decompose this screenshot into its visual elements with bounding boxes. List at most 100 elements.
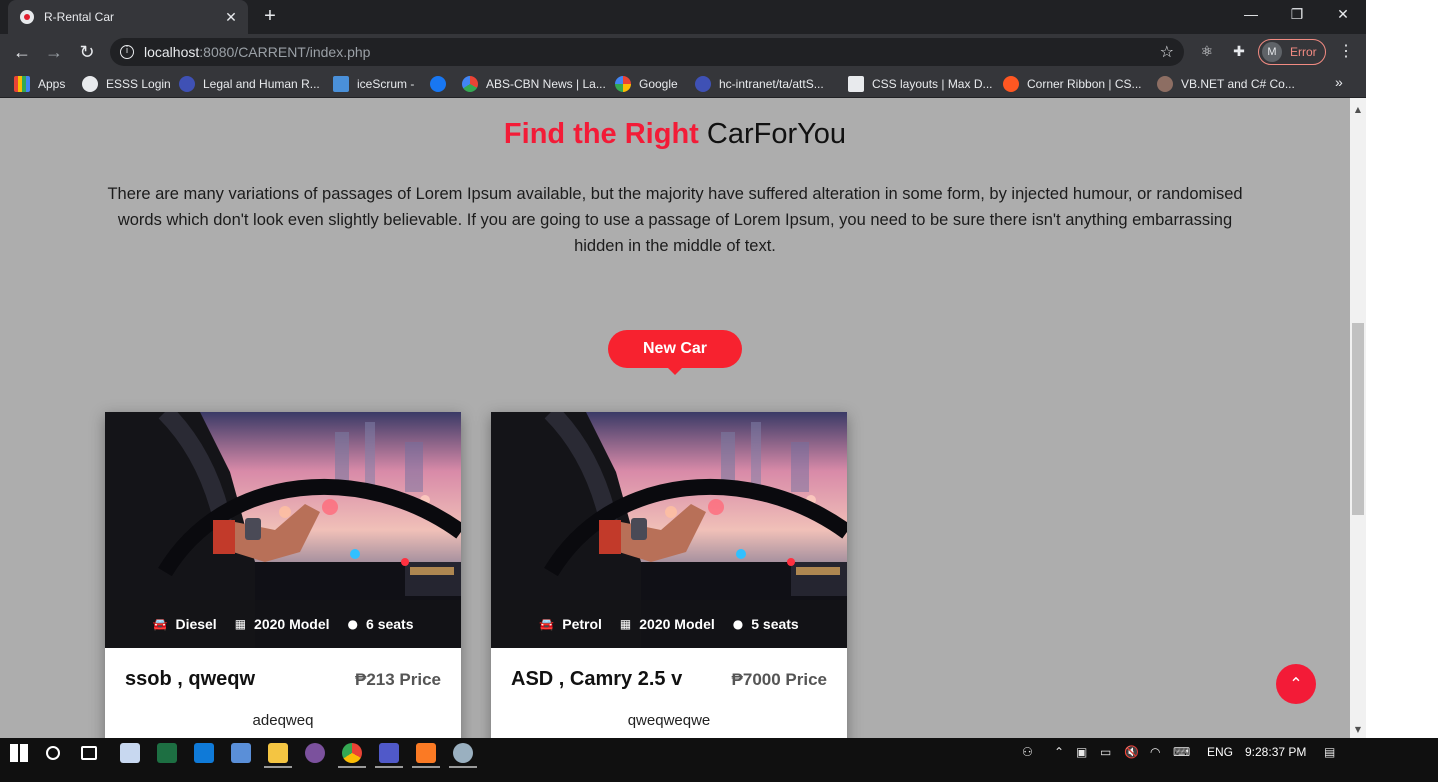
url-host: localhost (144, 44, 200, 60)
restore-button[interactable]: ❐ (1274, 0, 1320, 30)
profile-status: Error (1290, 45, 1317, 59)
site-icon (695, 76, 711, 92)
address-bar[interactable]: i localhost:8080/CARRENT/index.php ☆ (110, 38, 1184, 66)
minimize-button[interactable]: — (1228, 0, 1274, 30)
bookmark-label: Legal and Human R... (203, 77, 320, 91)
running-indicator (449, 766, 477, 768)
bookmark-corner-ribbon[interactable]: Corner Ribbon | CS... (1003, 75, 1142, 93)
calendar-icon: ▦ (619, 617, 632, 631)
action-center-icon[interactable]: ▤ (1324, 745, 1335, 759)
meet-now-icon[interactable]: ▣ (1076, 745, 1087, 759)
fuel-spec: 🚘 Diesel (153, 616, 217, 632)
extensions-puzzle-icon[interactable]: ✚ (1230, 43, 1248, 61)
scroll-to-top-button[interactable]: ⌃ (1276, 664, 1316, 704)
forward-button[interactable]: → (42, 40, 66, 64)
bookmark-vbnet[interactable]: VB.NET and C# Co... (1157, 75, 1295, 93)
battery-icon[interactable]: ▭ (1100, 745, 1111, 759)
scroll-down-icon[interactable]: ▼ (1350, 722, 1366, 738)
bookmark-label: hc-intranet/ta/attS... (719, 77, 824, 91)
bookmark-label: CSS layouts | Max D... (872, 77, 993, 91)
notepad-icon[interactable] (120, 743, 140, 763)
bookmark-label: ABS-CBN News | La... (486, 77, 606, 91)
tray-overflow-icon[interactable]: ⌃ (1054, 745, 1064, 759)
xampp-icon[interactable] (416, 743, 436, 763)
bookmark-facebook[interactable] (430, 75, 454, 93)
facebook-icon (430, 76, 446, 92)
intro-paragraph: There are many variations of passages of… (107, 185, 1243, 255)
browser-tab[interactable]: R-Rental Car ✕ (8, 0, 248, 34)
teams-icon[interactable] (379, 743, 399, 763)
tab-close-icon[interactable]: ✕ (220, 9, 242, 26)
car-card[interactable]: 🚘 Petrol ▦ 2020 Model ● 5 seats ASD , Camry… (491, 412, 847, 738)
running-indicator (412, 766, 440, 768)
bookmark-abs-cbn[interactable]: ABS-CBN News | La... (462, 75, 606, 93)
model-year: 2020 Model (639, 616, 715, 632)
page-scrollbar[interactable]: ▲ ▼ (1350, 98, 1366, 738)
input-language[interactable]: ENG (1207, 745, 1233, 759)
profile-button[interactable]: M Error (1258, 39, 1326, 65)
keyboard-app-icon[interactable] (231, 743, 251, 763)
seat-count: 6 seats (366, 616, 414, 632)
vscode-icon[interactable] (194, 743, 214, 763)
new-tab-button[interactable]: + (258, 5, 282, 29)
bookmark-esss-login[interactable]: ESSS Login (82, 75, 171, 93)
task-view-icon[interactable] (81, 746, 97, 760)
close-window-button[interactable]: ✕ (1320, 0, 1366, 30)
reload-button[interactable]: ↻ (75, 40, 99, 64)
bookmark-css-layouts[interactable]: CSS layouts | Max D... (848, 75, 993, 93)
bookmark-icescrum[interactable]: iceScrum - (333, 75, 414, 93)
fuel-type: Petrol (562, 616, 602, 632)
car-card[interactable]: 🚘 Diesel ▦ 2020 Model ● 6 seats ssob , qweq… (105, 412, 461, 738)
globe-icon (82, 76, 98, 92)
people-icon[interactable]: ⚇ (1022, 745, 1033, 759)
search-icon[interactable] (46, 746, 60, 760)
chrome-icon[interactable] (342, 743, 362, 763)
windows-start-icon[interactable] (10, 744, 28, 762)
bookmark-label: Google (639, 77, 678, 91)
car-description: adeqweq (252, 712, 314, 729)
site-icon (179, 76, 195, 92)
bookmark-label: Corner Ribbon | CS... (1027, 77, 1142, 91)
scroll-up-icon[interactable]: ▲ (1350, 102, 1366, 118)
scrollbar-thumb[interactable] (1352, 323, 1364, 515)
taskbar-clock[interactable]: 9:28:37 PM (1245, 745, 1306, 759)
react-extension-icon[interactable]: ⚛ (1198, 43, 1216, 61)
bookmark-legal-hr[interactable]: Legal and Human R... (179, 75, 320, 93)
running-indicator (338, 766, 366, 768)
site-info-icon[interactable]: i (120, 45, 134, 59)
bookmarks-overflow-icon[interactable]: » (1335, 74, 1343, 90)
abs-cbn-icon (462, 76, 478, 92)
car-name[interactable]: ssob , qweqw (125, 668, 255, 691)
bookmark-star-icon[interactable]: ☆ (1160, 42, 1174, 61)
apps-grid-icon (14, 76, 30, 92)
bookmark-apps[interactable]: Apps (14, 75, 65, 93)
back-button[interactable]: ← (10, 40, 34, 64)
car-description: qweqweqwe (627, 712, 711, 729)
touch-keyboard-icon[interactable]: ⌨ (1173, 745, 1190, 759)
page-viewport: Find the Right CarForYou There are many … (0, 98, 1350, 738)
bookmark-hc-intranet[interactable]: hc-intranet/ta/attS... (695, 75, 824, 93)
car-specs-bar: 🚘 Petrol ▦ 2020 Model ● 5 seats (491, 600, 847, 648)
user-icon: ● (347, 617, 359, 631)
page-heading: Find the Right CarForYou (0, 118, 1350, 151)
wifi-icon[interactable]: ◠ (1150, 745, 1160, 759)
tab-title: R-Rental Car (44, 10, 115, 24)
profile-avatar: M (1262, 42, 1282, 62)
browser-menu-icon[interactable]: ⋮ (1338, 43, 1354, 61)
fuel-spec: 🚘 Petrol (539, 616, 602, 632)
app-icon[interactable] (453, 743, 473, 763)
user-icon: ● (732, 617, 744, 631)
bookmark-label: Apps (38, 77, 66, 91)
car-price: ₱7000 Price (731, 670, 827, 689)
icescrum-icon (333, 76, 349, 92)
calendar-icon: ▦ (234, 617, 247, 631)
heading-accent: Find the Right (503, 118, 699, 150)
volume-muted-icon[interactable]: 🔇 (1124, 745, 1139, 759)
file-explorer-icon[interactable] (268, 743, 288, 763)
car-icon: 🚘 (539, 617, 555, 631)
bookmark-google[interactable]: Google (615, 75, 678, 93)
screen: R-Rental Car ✕ + — ❐ ✕ ← → ↻ i localhost… (0, 0, 1438, 782)
car-name[interactable]: ASD , Camry 2.5 v (511, 668, 682, 691)
excel-icon[interactable] (157, 743, 177, 763)
viber-icon[interactable] (305, 743, 325, 763)
